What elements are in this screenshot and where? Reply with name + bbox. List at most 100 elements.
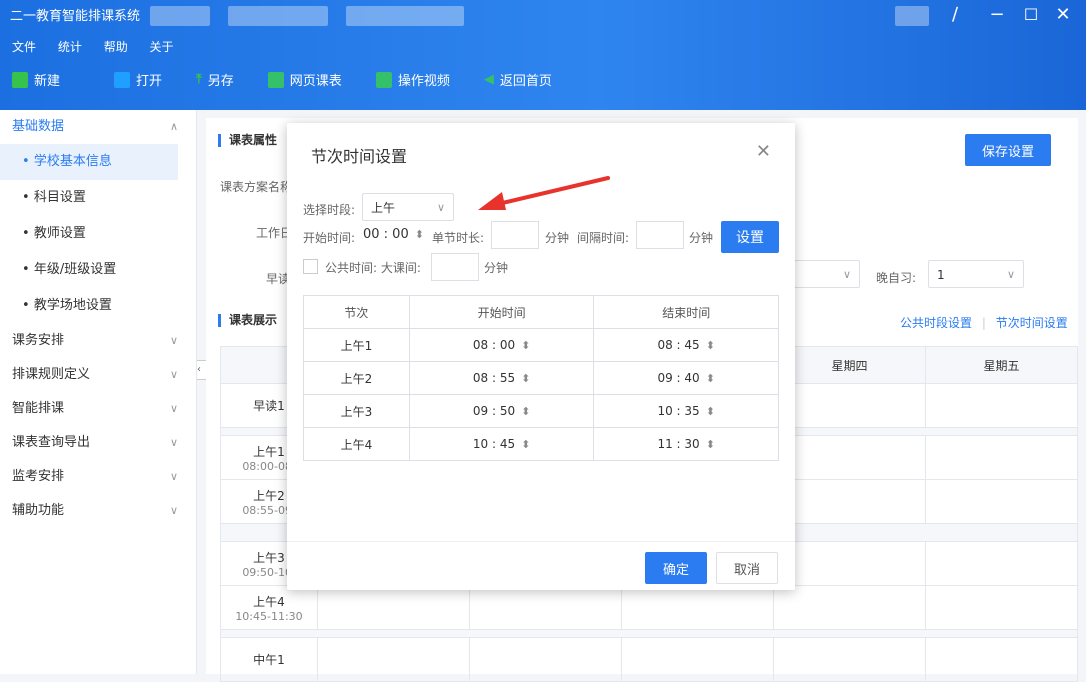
sidebar-group-aux[interactable]: 辅助功能 ∨ [0,494,196,528]
time-value: 08 : 00 [472,338,516,352]
break-input[interactable] [431,253,479,281]
sidebar-group-course-tasks[interactable]: 课务安排 ∨ [0,324,196,358]
sidebar-group-basic-data[interactable]: 基础数据 ∧ [0,110,196,144]
sidebar-item-school-info[interactable]: • 学校基本信息 [0,144,178,180]
table-cell[interactable] [925,479,1078,524]
table-row: 上午3 09 : 50 ⬍ 10 : 35 ⬍ [303,394,779,428]
break-minute-label: 分钟 [484,261,509,275]
spinner-icon: ⬍ [414,228,424,241]
maximize-button[interactable]: ☐ [1014,2,1048,28]
sidebar-item-label: 教师设置 [33,226,86,241]
gap-input[interactable] [636,221,684,249]
time-value: 10 : 45 [472,437,516,451]
end-time-stepper[interactable]: 08 : 45 ⬍ [593,328,779,362]
spinner-icon: ⬍ [521,339,531,352]
video-button[interactable]: 操作视频 [375,70,450,89]
toolbar: 新建 打开 ⤒ 另存 网页课表 操作视频 ◀ 返回首页 [12,70,586,89]
menu-help[interactable]: 帮助 [104,40,128,54]
start-time-value: 00 : 00 [363,227,409,242]
sidebar-group-label: 排课规则定义 [12,367,91,382]
video-icon [375,71,392,88]
table-cell[interactable] [773,541,926,586]
web-table-icon [267,71,284,88]
spinner-icon: ⬍ [705,339,715,352]
period-value: 上午 [371,201,396,215]
end-time-stepper[interactable]: 11 : 30 ⬍ [593,427,779,461]
sidebar-group-query-export[interactable]: 课表查询导出 ∨ [0,426,196,460]
table-cell[interactable] [773,435,926,480]
menu-file[interactable]: 文件 [12,40,36,54]
unit-length-input[interactable] [491,221,539,249]
section-props-title: 课表属性 [218,134,277,147]
period-time-link[interactable]: 节次时间设置 [996,316,1068,330]
close-icon[interactable]: ✕ [756,141,771,162]
evening-select[interactable]: 1 ∨ [928,260,1024,288]
gap-minute-label: 分钟 [689,231,714,245]
start-time-stepper[interactable]: 08 : 55 ⬍ [408,361,595,395]
sidebar-item-label: 教学场地设置 [33,298,112,313]
table-cell[interactable] [925,541,1078,586]
table-cell[interactable] [773,637,926,682]
annotation-arrow-icon [478,176,610,210]
time-value: 09 : 50 [472,404,516,418]
evening-value: 1 [937,268,945,282]
end-time-stepper[interactable]: 09 : 40 ⬍ [593,361,779,395]
sidebar-item-teachers[interactable]: • 教师设置 [0,216,196,252]
sidebar-item-venues[interactable]: • 教学场地设置 [0,288,196,324]
time-value: 11 : 30 [657,437,700,451]
back-home-icon: ◀ [483,72,494,87]
table-cell[interactable] [773,585,926,630]
table-cell[interactable] [925,383,1078,428]
period-select[interactable]: 上午 ∨ [362,193,454,221]
chevron-up-icon: ∧ [169,120,178,133]
menu-about[interactable]: 关于 [150,40,174,54]
new-button[interactable]: 新建 [12,70,60,89]
table-cell[interactable] [925,585,1078,630]
table-cell[interactable] [925,435,1078,480]
menu-stats[interactable]: 统计 [58,40,82,54]
chevron-down-icon: ∨ [169,368,178,381]
public-time-checkbox[interactable] [303,259,318,274]
link-divider: | [981,316,986,330]
start-time-stepper[interactable]: 09 : 50 ⬍ [408,394,595,428]
save-settings-button[interactable]: 保存设置 [965,134,1051,166]
col-period-header: 节次 [303,295,410,329]
save-as-button[interactable]: ⤒ 另存 [196,70,234,89]
table-cell[interactable] [621,585,774,630]
table-cell[interactable] [469,637,622,682]
end-time-stepper[interactable]: 10 : 35 ⬍ [593,394,779,428]
sidebar-item-grades[interactable]: • 年级/班级设置 [0,252,196,288]
start-time-stepper[interactable]: 08 : 00 ⬍ [408,328,595,362]
folder-icon [114,71,131,88]
table-cell[interactable] [317,585,470,630]
table-cell[interactable] [621,637,774,682]
sidebar-group-exams[interactable]: 监考安排 ∨ [0,460,196,494]
sidebar-group-label: 课务安排 [12,333,65,348]
sidebar-group-rules[interactable]: 排课规则定义 ∨ [0,358,196,392]
web-table-button[interactable]: 网页课表 [267,70,342,89]
table-cell [220,629,1078,638]
confirm-button[interactable]: 确定 [645,552,707,584]
col-end-header: 结束时间 [593,295,779,329]
window-extra-button[interactable]: ∕ [938,2,972,28]
back-home-button[interactable]: ◀ 返回首页 [484,70,552,89]
open-button[interactable]: 打开 [114,70,162,89]
select-hidden[interactable]: ∨ [794,260,860,288]
set-button[interactable]: 设置 [721,221,779,253]
sidebar-item-subjects[interactable]: • 科目设置 [0,180,196,216]
close-window-button[interactable]: ✕ [1046,2,1080,28]
start-time-stepper[interactable]: 00 : 00 ⬍ [363,227,424,242]
table-cell[interactable] [469,585,622,630]
cancel-button[interactable]: 取消 [716,552,778,584]
table-cell[interactable] [773,383,926,428]
new-label: 新建 [34,74,61,89]
sidebar-group-smart-schedule[interactable]: 智能排课 ∨ [0,392,196,426]
sidebar: 基础数据 ∧ • 学校基本信息 • 科目设置 • 教师设置 • 年级/班级设置 … [0,110,197,674]
table-cell[interactable] [773,479,926,524]
start-time-stepper[interactable]: 10 : 45 ⬍ [408,427,595,461]
table-cell[interactable] [925,637,1078,682]
minimize-button[interactable]: − [980,2,1014,28]
table-cell[interactable] [317,637,470,682]
table-row: 上午2 08 : 55 ⬍ 09 : 40 ⬍ [303,361,779,395]
public-period-link[interactable]: 公共时段设置 [900,316,972,330]
